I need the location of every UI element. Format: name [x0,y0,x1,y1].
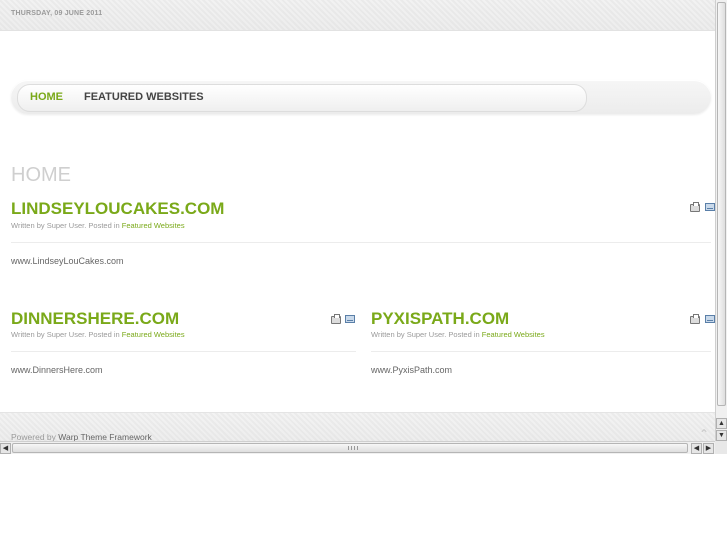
scroll-up-button[interactable]: ▲ [716,418,727,429]
menu-item-featured-websites[interactable]: FEATURED WEBSITES [84,91,204,103]
footer: Powered by Warp Theme Framework ⌃ [0,412,715,441]
horizontal-scrollbar[interactable]: ◀ ◀ ▶ [0,441,715,454]
article-meta-prefix: Written by Super User. Posted in [11,330,120,339]
scroll-right-button[interactable]: ▶ [703,443,714,454]
horizontal-scroll-thumb[interactable] [12,443,688,453]
article-divider [11,351,356,352]
scroll-grip [348,446,358,450]
warp-framework-link[interactable]: Warp Theme Framework [58,432,152,441]
article-category-link[interactable]: Featured Websites [482,330,545,339]
article-category-link[interactable]: Featured Websites [122,221,185,230]
email-icon[interactable] [705,315,715,323]
email-icon[interactable] [705,203,715,211]
article-body: www.LindseyLouCakes.com [11,256,124,266]
article-divider [371,351,711,352]
print-icon[interactable] [690,202,700,212]
scroll-left-button[interactable]: ◀ [691,443,702,454]
date-display: THURSDAY, 09 JUNE 2011 [11,10,103,17]
arrow-up-icon[interactable]: ⌃ [699,428,711,440]
print-icon[interactable] [331,314,341,324]
top-bar: THURSDAY, 09 JUNE 2011 [0,0,715,31]
article-meta: Written by Super User. Posted in Feature… [11,221,185,230]
article-meta: Written by Super User. Posted in Feature… [371,330,545,339]
menu-item-home[interactable]: HOME [30,91,63,103]
vertical-scroll-thumb[interactable] [717,2,726,406]
article-meta-prefix: Written by Super User. Posted in [11,221,120,230]
browser-viewport: THURSDAY, 09 JUNE 2011 HOME FEATURED WEB… [0,0,715,441]
email-icon[interactable] [345,315,355,323]
print-icon[interactable] [690,314,700,324]
powered-by-prefix: Powered by [11,432,56,441]
article-meta-prefix: Written by Super User. Posted in [371,330,480,339]
article-category-link[interactable]: Featured Websites [122,330,185,339]
article-body: www.DinnersHere.com [11,365,103,375]
article-title-pyxispath[interactable]: PYXISPATH.COM [371,309,509,329]
page-heading: HOME [11,164,71,186]
scroll-left-button[interactable]: ◀ [0,443,11,454]
powered-by: Powered by Warp Theme Framework [11,432,152,441]
article-title-lindseyloucakes[interactable]: LINDSEYLOUCAKES.COM [11,199,224,219]
article-meta: Written by Super User. Posted in Feature… [11,330,185,339]
article-title-dinnershere[interactable]: DINNERSHERE.COM [11,309,179,329]
article-divider [11,242,711,243]
vertical-scrollbar[interactable]: ▲ ▼ [715,0,727,441]
scrollbar-corner [715,441,727,454]
scroll-down-button[interactable]: ▼ [716,430,727,441]
article-body: www.PyxisPath.com [371,365,453,375]
